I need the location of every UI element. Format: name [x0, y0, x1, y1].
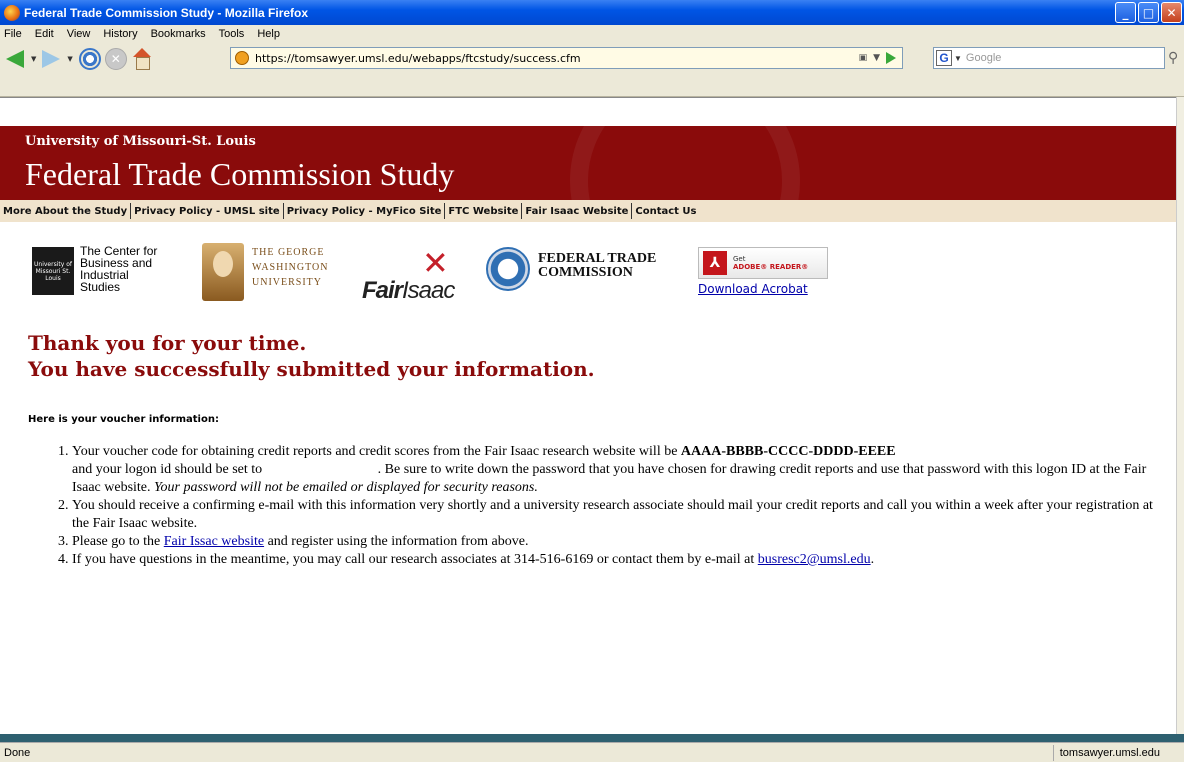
adobe-reader-badge[interactable]: ⅄ Get ADOBE® READER® Download Acrobat: [698, 247, 828, 302]
url-text[interactable]: https://tomsawyer.umsl.edu/webapps/ftcst…: [255, 52, 581, 65]
link-contact-us[interactable]: Contact Us: [632, 206, 699, 217]
menu-file[interactable]: File: [4, 28, 22, 40]
maximize-button[interactable]: □: [1138, 2, 1159, 23]
menu-help[interactable]: Help: [257, 28, 280, 40]
menu-view[interactable]: View: [67, 28, 91, 40]
thank-you-message: Thank you for your time. You have succes…: [28, 331, 595, 381]
menu-edit[interactable]: Edit: [35, 28, 54, 40]
fair-isaac-star-icon: ✕: [422, 244, 449, 282]
washington-portrait-icon: [202, 243, 244, 301]
site-nav-links: More About the Study Privacy Policy - UM…: [0, 200, 1176, 222]
stop-button[interactable]: ✕: [104, 46, 127, 72]
forward-arrow-icon: [42, 50, 61, 68]
url-dropdown-icon[interactable]: ▼: [873, 53, 880, 63]
firefox-icon: [4, 4, 20, 21]
go-icon[interactable]: [886, 52, 896, 64]
adobe-icon: ⅄: [703, 251, 727, 275]
back-dropdown-icon[interactable]: ▼: [31, 55, 36, 63]
email-link[interactable]: busresc2@umsl.edu: [758, 552, 871, 567]
list-item: Your voucher code for obtaining credit r…: [72, 443, 1170, 497]
menu-bar: File Edit View History Bookmarks Tools H…: [0, 25, 1184, 43]
security-icon[interactable]: ▣: [859, 53, 868, 63]
voucher-code: AAAA-BBBB-CCCC-DDDD-EEEE: [680, 444, 896, 459]
page-footer-band: [0, 734, 1184, 742]
reload-button[interactable]: [78, 46, 101, 72]
link-privacy-umsl[interactable]: Privacy Policy - UMSL site: [131, 206, 283, 217]
window-title: Federal Trade Commission Study - Mozilla…: [24, 5, 309, 20]
link-ftc-website[interactable]: FTC Website: [445, 206, 521, 217]
home-icon: [131, 48, 153, 70]
status-host: tomsawyer.umsl.edu: [1052, 745, 1166, 761]
umsl-mark-icon: University of Missouri St. Louis: [32, 247, 74, 295]
site-title: Federal Trade Commission Study: [25, 156, 455, 192]
bookmarks-toolbar: [0, 75, 1184, 97]
site-icon: [235, 51, 249, 65]
link-fair-isaac-website[interactable]: Fair Isaac Website: [522, 206, 631, 217]
university-seal-watermark: [570, 126, 800, 200]
forward-dropdown-icon[interactable]: ▼: [67, 55, 72, 63]
voucher-list: Your voucher code for obtaining credit r…: [50, 443, 1170, 569]
site-banner: University of Missouri-St. Louis Federal…: [0, 126, 1176, 200]
list-item: If you have questions in the meantime, y…: [72, 551, 1170, 569]
search-box[interactable]: G ▼ Google: [933, 47, 1165, 69]
close-button[interactable]: ✕: [1161, 2, 1182, 23]
list-item: You should receive a confirming e-mail w…: [72, 497, 1170, 533]
link-privacy-myfico[interactable]: Privacy Policy - MyFico Site: [284, 206, 445, 217]
home-button[interactable]: [131, 46, 153, 72]
search-placeholder[interactable]: Google: [966, 52, 1001, 64]
voucher-heading: Here is your voucher information:: [28, 414, 219, 425]
reload-icon: [78, 48, 101, 70]
back-button[interactable]: [6, 46, 24, 72]
ftc-seal-icon: [486, 247, 530, 291]
forward-button[interactable]: [42, 46, 61, 72]
page-content: University of Missouri-St. Louis Federal…: [0, 97, 1176, 734]
link-more-about-study[interactable]: More About the Study: [0, 206, 130, 217]
search-icon[interactable]: ⚲: [1168, 50, 1178, 66]
back-arrow-icon: [6, 50, 24, 68]
download-acrobat-link[interactable]: Download Acrobat: [698, 282, 808, 296]
status-text: Done: [4, 746, 31, 759]
menu-history[interactable]: History: [103, 28, 137, 40]
minimize-button[interactable]: _: [1115, 2, 1136, 23]
window-titlebar: Federal Trade Commission Study - Mozilla…: [0, 0, 1184, 25]
menu-bookmarks[interactable]: Bookmarks: [151, 28, 206, 40]
cbis-logo: University of Missouri St. Louis The Cen…: [32, 243, 192, 298]
university-name: University of Missouri-St. Louis: [25, 134, 256, 149]
status-bar: Done tomsawyer.umsl.edu: [0, 742, 1184, 762]
stop-icon: ✕: [104, 48, 127, 70]
menu-tools[interactable]: Tools: [219, 28, 245, 40]
address-bar[interactable]: https://tomsawyer.umsl.edu/webapps/ftcst…: [230, 47, 903, 69]
fair-isaac-logo: ✕ FairIsaac: [362, 244, 455, 304]
search-engine-dropdown-icon[interactable]: ▼: [954, 54, 962, 63]
list-item: Please go to the Fair Issac website and …: [72, 533, 1170, 551]
gwu-logo: THE GEORGE WASHINGTON UNIVERSITY: [202, 243, 352, 301]
vertical-scrollbar[interactable]: [1176, 97, 1184, 734]
partner-logos: University of Missouri St. Louis The Cen…: [24, 237, 924, 307]
ftc-logo: FEDERAL TRADE COMMISSION: [486, 247, 696, 292]
google-icon[interactable]: G: [936, 50, 952, 66]
fair-isaac-website-link[interactable]: Fair Issac website: [164, 534, 264, 549]
